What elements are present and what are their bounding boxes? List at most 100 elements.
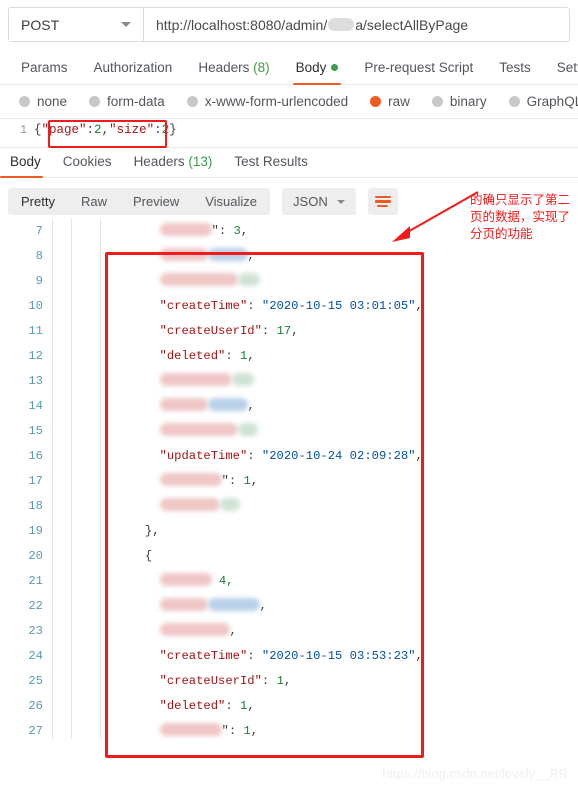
url-input[interactable]: http://localhost:8080/admin/a/selectAllB… (144, 8, 569, 41)
tab-label: Headers (133, 154, 185, 169)
code-token: "createUserId" (159, 324, 262, 338)
body-type-binary[interactable]: binary (421, 94, 498, 109)
code-token: : (247, 449, 262, 463)
line-number: 25 (28, 674, 43, 688)
code-token: ": (221, 474, 244, 488)
fold-column-inner[interactable] (72, 219, 101, 739)
radio-icon (89, 96, 101, 107)
line-number: 22 (28, 599, 43, 613)
request-body-editor[interactable]: 1 {"page":2,"size":2} (0, 119, 578, 148)
tab-label: Authorization (93, 60, 173, 75)
code-token: 1 (243, 474, 251, 488)
redacted-value (159, 498, 220, 511)
radio-label: form-data (107, 94, 165, 109)
response-tab-headers[interactable]: Headers (13) (124, 154, 225, 177)
code-token: : (225, 699, 240, 713)
response-toolbar: Pretty Raw Preview Visualize JSON (0, 178, 578, 219)
code-token: : (86, 123, 95, 137)
request-tab-bar: Params Authorization Headers (8) Body Pr… (0, 54, 578, 85)
body-modified-dot-icon (331, 64, 339, 71)
code-token: , (259, 599, 267, 613)
response-body-viewer[interactable]: 7891011121314151617181920212223242526272… (0, 219, 578, 739)
code-token: , (415, 649, 423, 663)
tab-label: Cookies (62, 154, 112, 169)
tab-settings[interactable]: Settin (544, 60, 578, 84)
redacted-value (237, 273, 260, 286)
redacted-value (231, 373, 254, 386)
http-method-dropdown[interactable]: POST (9, 8, 144, 41)
code-line: ": 1, (101, 469, 578, 494)
code-line: { (101, 544, 578, 569)
url-suffix: a/selectAllByPage (355, 16, 469, 33)
radio-label: none (37, 94, 68, 109)
response-tab-body[interactable]: Body (0, 154, 53, 178)
code-token: "createTime" (159, 649, 248, 663)
body-type-radio-group: none form-data x-www-form-urlencoded raw… (0, 85, 578, 119)
redacted-value (159, 248, 208, 261)
view-visualize-button[interactable]: Visualize (192, 188, 270, 215)
line-number: 17 (28, 474, 43, 488)
watermark: https://blog.csdn.net/lovely__RR (382, 767, 568, 781)
code-token: "page" (41, 123, 87, 137)
code-token: , (240, 224, 249, 238)
code-token: 1 (243, 724, 251, 738)
code-token: , (415, 299, 423, 313)
code-token: , (247, 699, 255, 713)
radio-icon (370, 96, 382, 107)
response-view-group: Pretty Raw Preview Visualize (8, 188, 271, 215)
redacted-value (159, 373, 232, 386)
code-line: ": 3, (101, 219, 578, 244)
code-token: { (34, 123, 42, 137)
code-token: : (261, 674, 277, 688)
tab-body[interactable]: Body (283, 60, 352, 85)
body-type-x-www-form-urlencoded[interactable]: x-www-form-urlencoded (176, 94, 359, 109)
tab-headers[interactable]: Headers (8) (185, 60, 282, 84)
line-number: 26 (28, 699, 43, 713)
code-line: , (101, 594, 578, 619)
code-token: : (261, 324, 277, 338)
body-type-raw[interactable]: raw (359, 94, 421, 109)
chevron-down-icon (336, 199, 345, 204)
code-token: 2 (94, 123, 102, 137)
code-token: "createUserId" (159, 674, 262, 688)
body-type-none[interactable]: none (8, 94, 78, 109)
response-tab-test-results[interactable]: Test Results (224, 154, 320, 177)
redacted-value (159, 598, 208, 611)
body-type-graphql[interactable]: GraphQL (498, 94, 578, 109)
radio-icon (508, 96, 520, 107)
tab-label: Body (295, 60, 327, 75)
radio-icon (19, 96, 30, 107)
tab-label: Pre-request Script (364, 60, 474, 75)
code-token: "2020-10-15 03:01:05" (261, 299, 416, 313)
request-editor-gutter: 1 (20, 124, 27, 137)
line-number: 18 (28, 499, 43, 513)
redacted-value (159, 398, 208, 411)
tab-authorization[interactable]: Authorization (81, 60, 186, 84)
chevron-down-icon (121, 22, 131, 27)
code-token: , (250, 724, 259, 738)
tab-params[interactable]: Params (8, 60, 81, 84)
body-type-form-data[interactable]: form-data (78, 94, 176, 109)
response-tab-cookies[interactable]: Cookies (53, 154, 124, 177)
redacted-value (159, 473, 222, 486)
fold-column[interactable] (52, 219, 72, 739)
code-line: "createUserId": 17, (101, 319, 578, 344)
code-token: , (283, 674, 292, 688)
request-body-code[interactable]: {"page":2,"size":2} (34, 119, 578, 147)
radio-icon (431, 96, 443, 107)
code-token: : (154, 123, 162, 137)
wrap-lines-icon[interactable] (367, 188, 398, 215)
view-raw-button[interactable]: Raw (68, 188, 120, 215)
code-token: : (247, 649, 262, 663)
radio-icon (186, 96, 198, 107)
code-line: ": 1, (101, 719, 578, 739)
tab-tests[interactable]: Tests (486, 60, 544, 84)
code-token: , (415, 449, 423, 463)
code-token: , (229, 624, 237, 638)
code-token: , (247, 399, 255, 413)
response-format-label: JSON (293, 194, 328, 209)
view-preview-button[interactable]: Preview (120, 188, 192, 215)
view-pretty-button[interactable]: Pretty (8, 188, 68, 215)
response-format-dropdown[interactable]: JSON (282, 188, 356, 215)
tab-pre-request-script[interactable]: Pre-request Script (351, 60, 486, 84)
